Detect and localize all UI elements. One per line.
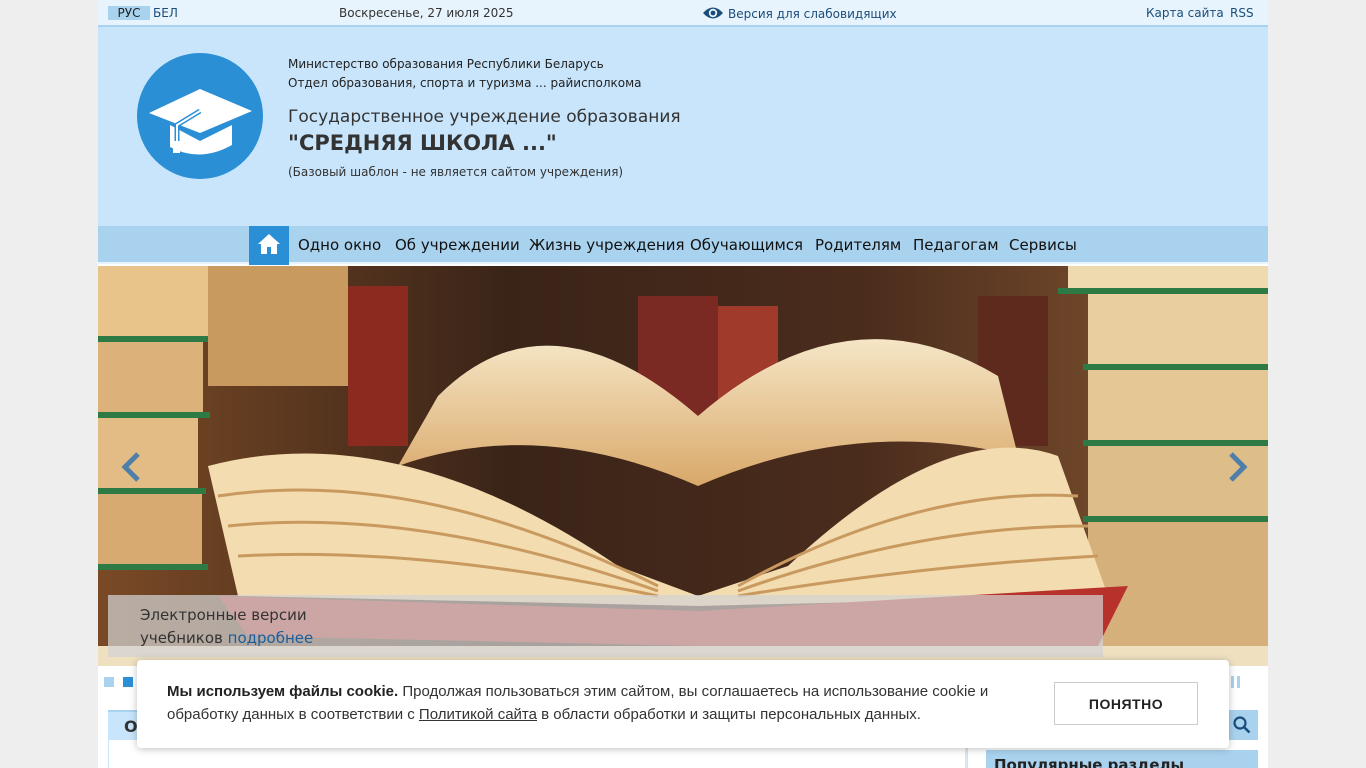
- nav-item-teachers[interactable]: Педагогам: [913, 236, 999, 254]
- lang-bel-link[interactable]: БЕЛ: [153, 6, 178, 20]
- caption-more-link[interactable]: подробнее: [228, 629, 314, 647]
- slider-pause-icon[interactable]: [1231, 676, 1241, 688]
- search-button[interactable]: [1226, 710, 1258, 740]
- template-note: (Базовый шаблон - не является сайтом учр…: [288, 165, 624, 179]
- slide-caption: Электронные версии учебников подробнее: [108, 595, 1103, 657]
- nav-item-about[interactable]: Об учреждении: [395, 236, 520, 254]
- image-slider: Электронные версии учебников подробнее: [98, 266, 1268, 666]
- graduation-cap-icon: [149, 89, 252, 155]
- site-header: Министерство образования Республики Бела…: [98, 27, 1268, 226]
- cookie-text-after: в области обработки и защиты персональны…: [536, 706, 921, 723]
- cookie-policy-link[interactable]: Политикой сайта: [419, 706, 537, 723]
- institution-type: Государственное учреждение образования: [288, 107, 681, 127]
- slider-dot-2[interactable]: [123, 677, 133, 687]
- nav-item-parents[interactable]: Родителям: [815, 236, 901, 254]
- lang-rus-button[interactable]: РУС: [108, 6, 150, 20]
- chevron-right-icon: [1229, 452, 1248, 482]
- current-date: Воскресенье, 27 июля 2025: [339, 6, 514, 20]
- slider-prev-button[interactable]: [120, 452, 144, 486]
- home-button[interactable]: [249, 226, 289, 265]
- main-block-title: О: [124, 717, 138, 736]
- low-vision-link[interactable]: Версия для слабовидящих: [702, 4, 897, 24]
- eye-icon: [702, 5, 728, 24]
- sitemap-link[interactable]: Карта сайта: [1146, 6, 1224, 20]
- caption-line-2-text: учебников: [140, 629, 223, 647]
- cookie-accept-button[interactable]: ПОНЯТНО: [1054, 682, 1198, 725]
- slider-dot-1[interactable]: [104, 677, 114, 687]
- nav-item-students[interactable]: Обучающимся: [690, 236, 803, 254]
- cookie-message: Мы используем файлы cookie. Продолжая по…: [167, 680, 1047, 726]
- page: РУС БЕЛ Воскресенье, 27 июля 2025 Версия…: [98, 0, 1268, 768]
- department-title: Отдел образования, спорта и туризма ... …: [288, 76, 642, 90]
- nav-item-services[interactable]: Сервисы: [1009, 236, 1077, 254]
- rss-link[interactable]: RSS: [1230, 6, 1254, 20]
- caption-line-1: Электронные версии: [140, 606, 307, 624]
- nav-item-one-window[interactable]: Одно окно: [298, 236, 381, 254]
- logo[interactable]: [137, 53, 263, 179]
- school-name[interactable]: "СРЕДНЯЯ ШКОЛА ...": [288, 131, 557, 155]
- home-icon: [257, 233, 281, 259]
- ministry-title: Министерство образования Республики Бела…: [288, 57, 604, 71]
- cookie-banner: Мы используем файлы cookie. Продолжая по…: [137, 660, 1229, 748]
- low-vision-label: Версия для слабовидящих: [728, 7, 897, 21]
- caption-line-2: учебников подробнее: [140, 627, 1103, 650]
- search-icon: [1233, 716, 1251, 734]
- top-bar: РУС БЕЛ Воскресенье, 27 июля 2025 Версия…: [98, 0, 1268, 27]
- main-nav: Одно окно Об учреждении Жизнь учреждения…: [98, 226, 1268, 265]
- nav-item-life[interactable]: Жизнь учреждения: [529, 236, 684, 254]
- cookie-title: Мы используем файлы cookie.: [167, 683, 399, 700]
- popular-sections-header: Популярные разделы: [986, 750, 1258, 768]
- chevron-left-icon: [121, 452, 140, 482]
- slider-next-button[interactable]: [1225, 452, 1249, 486]
